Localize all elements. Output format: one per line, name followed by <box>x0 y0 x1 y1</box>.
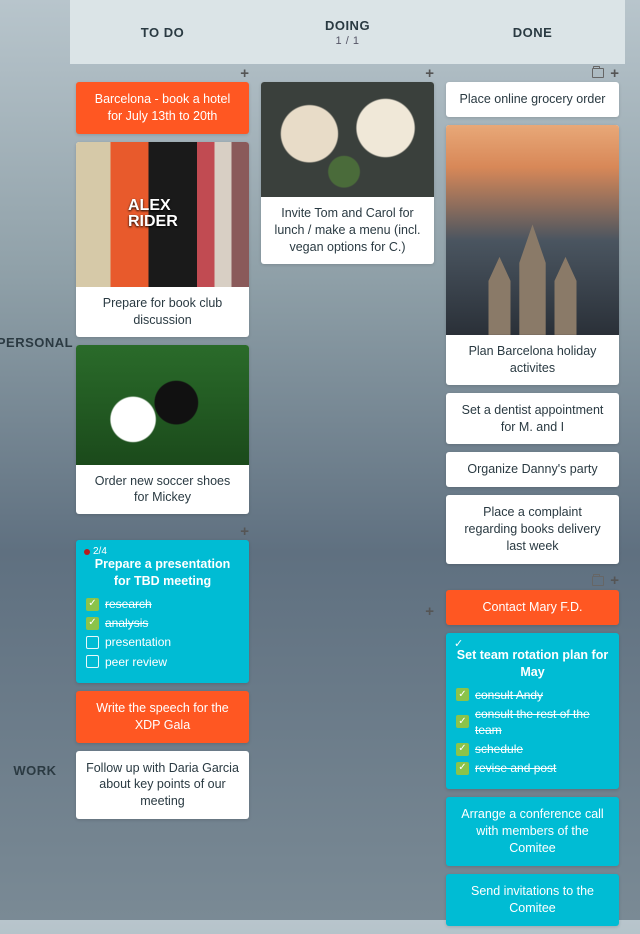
lane-work-doing <box>255 620 440 628</box>
card-caption: Invite Tom and Carol for lunch / make a … <box>261 197 434 264</box>
lane-header-personal-done: + <box>440 64 625 82</box>
card-title: Prepare a presentation for TBD meeting <box>86 556 239 590</box>
card-checklist[interactable]: ✓ Set team rotation plan for May ✓consul… <box>446 633 619 790</box>
card[interactable]: Write the speech for the XDP Gala <box>76 691 249 743</box>
card-caption: Plan Barcelona holiday activites <box>446 335 619 385</box>
card-caption: Prepare for book club discussion <box>76 287 249 337</box>
lane-personal-doing: Invite Tom and Carol for lunch / make a … <box>255 82 440 602</box>
lane-work-done: Contact Mary F.D. ✓ Set team rotation pl… <box>440 590 625 934</box>
card[interactable]: Organize Danny's party <box>446 452 619 487</box>
column-done: DONE + Place online grocery order Plan B… <box>440 0 625 934</box>
card[interactable]: Place a complaint regarding books delive… <box>446 495 619 564</box>
add-card-icon[interactable]: + <box>240 524 249 539</box>
folder-icon[interactable] <box>592 576 604 586</box>
card-title: Set team rotation plan for May <box>456 647 609 681</box>
column-doing: DOING 1 / 1 + Invite Tom and Carol for l… <box>255 0 440 934</box>
add-card-icon[interactable]: + <box>610 573 619 588</box>
checkbox-icon: ✓ <box>456 715 469 728</box>
lane-header-work-done: + <box>440 572 625 590</box>
checkbox-icon: ✓ <box>456 762 469 775</box>
card-image-soccer <box>76 345 249 465</box>
lane-personal-todo: Barcelona - book a hotel for July 13th t… <box>70 82 255 522</box>
card-checklist[interactable]: 2/4 Prepare a presentation for TBD meeti… <box>76 540 249 683</box>
lane-work-todo: 2/4 Prepare a presentation for TBD meeti… <box>70 540 255 827</box>
checkbox-icon: ✓ <box>456 688 469 701</box>
row-label-work: WORK <box>0 620 70 920</box>
card[interactable]: Set a dentist appointment for M. and I <box>446 393 619 445</box>
checklist-item[interactable]: presentation <box>86 634 239 650</box>
checkbox-icon: ✓ <box>86 617 99 630</box>
add-card-icon[interactable]: + <box>240 66 249 81</box>
column-header-doing: DOING 1 / 1 <box>255 0 440 64</box>
card[interactable]: Prepare for book club discussion <box>76 142 249 337</box>
pin-icon <box>84 549 90 555</box>
row-label-personal: PERSONAL <box>0 82 70 602</box>
pin-badge: 2/4 <box>84 545 107 559</box>
done-check-icon: ✓ <box>454 637 463 652</box>
row-labels-column: PERSONAL WORK <box>0 0 70 934</box>
lane-header-work-doing: + <box>255 602 440 620</box>
card-image-books <box>76 142 249 287</box>
checklist-item[interactable]: ✓analysis <box>86 615 239 631</box>
card[interactable]: Follow up with Daria Garcia about key po… <box>76 751 249 820</box>
checkbox-icon: ✓ <box>86 598 99 611</box>
lane-header-personal-todo: + <box>70 64 255 82</box>
card[interactable]: Place online grocery order <box>446 82 619 117</box>
column-count: 1 / 1 <box>336 35 360 47</box>
card[interactable]: Invite Tom and Carol for lunch / make a … <box>261 82 434 264</box>
card[interactable]: Contact Mary F.D. <box>446 590 619 625</box>
folder-icon[interactable] <box>592 68 604 78</box>
card[interactable]: Order new soccer shoes for Mickey <box>76 345 249 515</box>
checklist-item[interactable]: ✓consult the rest of the team <box>456 706 609 738</box>
column-header-todo: TO DO <box>70 0 255 64</box>
checklist-item[interactable]: peer review <box>86 654 239 670</box>
card-image-food <box>261 82 434 197</box>
card-caption: Order new soccer shoes for Mickey <box>76 465 249 515</box>
card[interactable]: Barcelona - book a hotel for July 13th t… <box>76 82 249 134</box>
lane-personal-done: Place online grocery order Plan Barcelon… <box>440 82 625 572</box>
add-card-icon[interactable]: + <box>425 604 434 619</box>
checklist-item[interactable]: ✓revise and post <box>456 760 609 776</box>
add-card-icon[interactable]: + <box>610 66 619 81</box>
lane-header-work-todo: + <box>70 522 255 540</box>
card[interactable]: Plan Barcelona holiday activites <box>446 125 619 385</box>
checkbox-icon <box>86 655 99 668</box>
checklist-item[interactable]: ✓schedule <box>456 741 609 757</box>
card[interactable]: Arrange a conference call with members o… <box>446 797 619 866</box>
checklist-item[interactable]: ✓research <box>86 596 239 612</box>
column-header-done: DONE <box>440 0 625 64</box>
checkbox-icon: ✓ <box>456 743 469 756</box>
card-image-church <box>446 125 619 335</box>
add-card-icon[interactable]: + <box>425 66 434 81</box>
checklist-item[interactable]: ✓consult Andy <box>456 687 609 703</box>
lane-header-personal-doing: + <box>255 64 440 82</box>
checkbox-icon <box>86 636 99 649</box>
card[interactable]: Send invitations to the Comitee <box>446 874 619 926</box>
column-todo: TO DO + Barcelona - book a hotel for Jul… <box>70 0 255 934</box>
